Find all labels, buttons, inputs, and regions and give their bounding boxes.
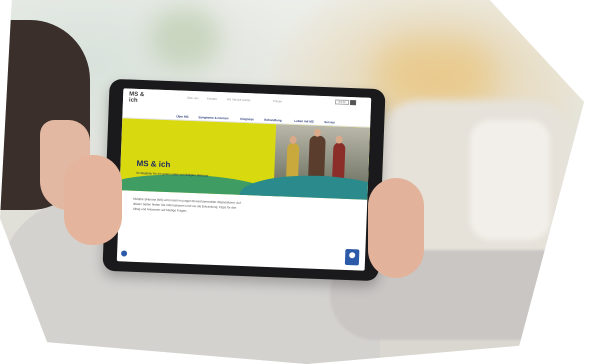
right-hand xyxy=(368,178,424,278)
utility-link-service-center[interactable]: MS Service Center xyxy=(227,97,251,102)
background-photo: MS & ich Über uns Kontakt MS Service Cen… xyxy=(0,0,585,364)
background-pillow xyxy=(470,120,550,240)
intro-paragraph: Multiple Sklerose (MS) wird meist im jun… xyxy=(132,196,241,213)
chat-icon xyxy=(349,252,356,259)
tablet-screen: MS & ich Über uns Kontakt MS Service Cen… xyxy=(116,88,372,271)
accessibility-icon[interactable] xyxy=(120,250,128,257)
nav-item-symptoms[interactable]: Symptome & Formen xyxy=(198,115,228,120)
utility-link-contact[interactable]: Kontakt xyxy=(207,97,217,101)
nav-item-diagnosis[interactable]: Diagnose xyxy=(240,117,254,122)
hero-title: MS & ich xyxy=(136,158,171,170)
tablet-device: MS & ich Über uns Kontakt MS Service Cen… xyxy=(102,78,386,282)
nav-item-treatment[interactable]: Behandlung xyxy=(264,118,281,123)
search-icon[interactable] xyxy=(349,100,357,106)
background-plant xyxy=(150,8,220,68)
left-hand xyxy=(64,155,122,245)
nav-item-about-ms[interactable]: Über MS xyxy=(176,114,188,118)
utility-link-about[interactable]: Über uns xyxy=(187,96,199,100)
utility-link-press[interactable]: Presse xyxy=(273,99,282,103)
chat-button[interactable] xyxy=(344,248,360,266)
nav-item-service[interactable]: Service xyxy=(324,120,335,124)
nav-item-living[interactable]: Leben mit MS xyxy=(294,119,314,124)
search-input[interactable]: Suche xyxy=(334,99,350,105)
site-logo[interactable]: MS & ich xyxy=(129,92,147,105)
hero-banner: MS & ich Ihr Begleiter für ein gutes Leb… xyxy=(119,118,371,200)
